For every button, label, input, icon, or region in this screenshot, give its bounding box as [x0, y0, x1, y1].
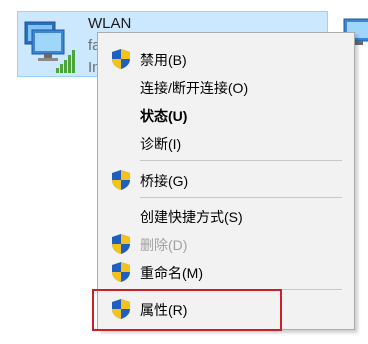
menu-item-create-shortcut[interactable]: 创建快捷方式(S)	[98, 202, 354, 230]
highlight-annotation-box	[92, 289, 282, 331]
menu-item-disable[interactable]: 禁用(B)	[98, 45, 354, 73]
menu-item-delete: 删除(D)	[98, 230, 354, 258]
menu-item-label: 禁用(B)	[140, 52, 187, 68]
uac-shield-icon	[112, 49, 130, 69]
menu-item-label: 状态(U)	[140, 108, 188, 124]
menu-item-label: 删除(D)	[140, 237, 188, 253]
adapter-name: WLAN	[88, 15, 132, 32]
menu-item-connect-disconnect[interactable]: 连接/断开连接(O)	[98, 73, 354, 101]
adapter-context-menu: 禁用(B) 连接/断开连接(O) 状态(U) 诊断(I) 桥接(G) 创建快捷方…	[97, 32, 355, 330]
uac-shield-icon	[112, 234, 130, 254]
menu-separator	[140, 197, 342, 198]
uac-shield-icon	[112, 262, 130, 282]
menu-item-label: 连接/断开连接(O)	[140, 80, 249, 96]
menu-item-diagnose[interactable]: 诊断(I)	[98, 129, 354, 157]
menu-item-label: 诊断(I)	[140, 136, 182, 152]
wireless-adapter-icon	[24, 21, 75, 73]
network-connections-window: WLAN fa In 禁用(B) 连接/断开连接(O) 状态(U) 诊断(I)	[0, 0, 368, 344]
menu-item-rename[interactable]: 重命名(M)	[98, 258, 354, 286]
menu-item-label: 创建快捷方式(S)	[140, 209, 243, 225]
menu-item-label: 重命名(M)	[140, 265, 203, 281]
menu-item-status[interactable]: 状态(U)	[98, 101, 354, 129]
menu-item-bridge[interactable]: 桥接(G)	[98, 166, 354, 194]
menu-separator	[140, 160, 342, 161]
uac-shield-icon	[112, 170, 130, 190]
menu-item-label: 桥接(G)	[140, 173, 189, 189]
